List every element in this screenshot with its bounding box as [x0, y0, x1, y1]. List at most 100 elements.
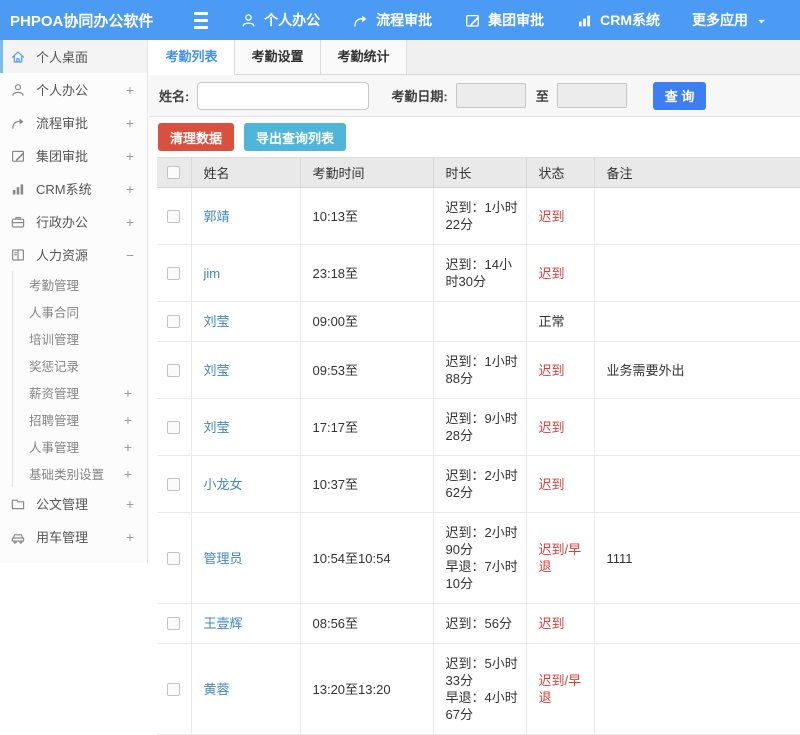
row-checkbox-cell [157, 603, 192, 644]
duration-cell: 迟到：1小时22分 [433, 187, 527, 245]
expand-toggle-icon[interactable]: + [121, 439, 135, 455]
topmenu-item-2[interactable]: 流程审批 [352, 10, 432, 30]
expand-toggle-icon[interactable]: + [123, 115, 137, 131]
expand-toggle-icon[interactable]: + [123, 529, 137, 545]
name-link[interactable]: 王壹辉 [204, 616, 243, 631]
time-cell: 23:18至 [300, 244, 434, 302]
topmenu-item-4[interactable]: CRM系统 [576, 10, 660, 30]
chart-icon [10, 181, 26, 197]
sidebar-item-label: 用车管理 [36, 530, 89, 545]
note-cell [594, 301, 800, 342]
sidebar-item[interactable]: 个人办公 + [0, 73, 147, 106]
name-link[interactable]: 刘莹 [204, 314, 230, 329]
row-checkbox[interactable] [167, 266, 180, 280]
topmenu-item-1[interactable]: 个人办公 [240, 10, 320, 30]
duration-cell: 迟到：2小时62分 [433, 455, 527, 513]
folder-icon [10, 496, 26, 512]
name-link[interactable]: 郭靖 [204, 209, 230, 224]
expand-toggle-icon[interactable]: + [121, 412, 135, 428]
status-cell: 迟到 [526, 341, 595, 399]
sidebar-subitem[interactable]: 奖惩记录 [13, 352, 147, 379]
row-checkbox[interactable] [167, 363, 180, 377]
expand-toggle-icon[interactable]: − [123, 247, 137, 263]
table-row: 郭靖 10:13至 迟到：1小时22分 迟到 [157, 187, 800, 245]
topmenu-item-3[interactable]: 集团审批 [464, 10, 544, 30]
tab-2[interactable]: 考勤设置 [235, 40, 321, 74]
date-from-input[interactable] [455, 83, 526, 108]
duration-cell: 迟到：14小时30分 [433, 244, 527, 302]
sidebar-subitem[interactable]: 招聘管理 + [13, 406, 147, 433]
book-icon [10, 247, 26, 263]
sidebar-subitem[interactable]: 人事合同 [13, 298, 147, 325]
topmenu-item-label: CRM系统 [600, 12, 660, 28]
sidebar-item[interactable]: 集团审批 + [0, 139, 147, 172]
table-row: 刘莹 17:17至 迟到：9小时28分 迟到 [157, 398, 800, 456]
column-header: 状态 [526, 157, 595, 188]
sidebar-subitem[interactable]: 考勤管理 [13, 271, 147, 298]
status-cell: 迟到 [526, 187, 595, 245]
clean-data-button[interactable]: 清理数据 [158, 123, 235, 151]
sidebar-subitem-label: 基础类别设置 [29, 468, 105, 482]
tab-1[interactable]: 考勤列表 [149, 40, 235, 75]
note-cell [594, 398, 800, 456]
row-checkbox[interactable] [167, 477, 180, 491]
row-checkbox[interactable] [167, 209, 180, 223]
tab-3[interactable]: 考勤统计 [321, 40, 407, 74]
name-cell: 刘莹 [191, 341, 301, 399]
sidebar-item[interactable]: 公文管理 + [0, 487, 147, 520]
tab-strip: 考勤列表 考勤设置 考勤统计 [149, 40, 800, 75]
expand-toggle-icon[interactable]: + [123, 214, 137, 230]
row-checkbox[interactable] [167, 420, 180, 434]
name-link[interactable]: jim [204, 266, 221, 281]
sidebar-item-label: 个人办公 [36, 83, 89, 98]
expand-toggle-icon[interactable]: + [121, 466, 135, 482]
expand-toggle-icon[interactable]: + [121, 385, 135, 401]
status-cell: 正常 [526, 301, 595, 342]
sidebar-item[interactable]: 人力资源 − [0, 238, 147, 271]
expand-toggle-icon[interactable]: + [123, 181, 137, 197]
expand-toggle-icon[interactable]: + [123, 496, 137, 512]
sidebar-item[interactable]: 流程审批 + [0, 106, 147, 139]
export-list-button[interactable]: 导出查询列表 [244, 123, 347, 151]
name-link[interactable]: 管理员 [204, 551, 243, 566]
note-cell [594, 603, 800, 644]
name-link[interactable]: 小龙女 [204, 477, 243, 492]
sidebar-subitem[interactable]: 人事管理 + [13, 433, 147, 460]
time-cell: 13:20至13:20 [300, 643, 434, 735]
chart-icon [576, 12, 593, 29]
row-checkbox[interactable] [167, 315, 180, 328]
date-to-input[interactable] [556, 83, 627, 108]
row-checkbox[interactable] [167, 682, 180, 696]
expand-toggle-icon[interactable]: + [123, 82, 137, 98]
sidebar-item[interactable]: 个人桌面 [0, 40, 147, 73]
table-row: jim 23:18至 迟到：14小时30分 迟到 [157, 244, 800, 302]
sidebar-subitem[interactable]: 薪资管理 + [13, 379, 147, 406]
table-row: 黄蓉 13:20至13:20 迟到：5小时33分 早退：4小时67分 迟到/早退 [157, 643, 800, 735]
select-all-checkbox[interactable] [167, 166, 180, 179]
sidebar-item-label: 流程审批 [36, 116, 89, 131]
row-checkbox-cell [157, 244, 192, 302]
sidebar-subitem[interactable]: 培训管理 [13, 325, 147, 352]
sidebar: 个人桌面 个人办公 + 流程审批 + 集团审批 + CRM系统 + 行政办公 + 人力资源 − 考勤管理人… [0, 40, 148, 563]
sidebar-subitem-label: 招聘管理 [29, 414, 80, 428]
home-icon [10, 49, 26, 65]
status-cell: 迟到 [526, 244, 595, 302]
caret-down-icon [755, 13, 768, 28]
expand-toggle-icon[interactable]: + [123, 148, 137, 164]
query-button[interactable]: 查 询 [652, 81, 707, 110]
name-link[interactable]: 刘莹 [204, 420, 230, 435]
name-link[interactable]: 黄蓉 [204, 682, 230, 697]
sidebar-item[interactable]: CRM系统 + [0, 172, 147, 205]
sidebar-item[interactable]: 用车管理 + [0, 520, 147, 553]
sidebar-item[interactable]: 行政办公 + [0, 205, 147, 238]
name-input[interactable] [197, 81, 370, 110]
sidebar-subitem[interactable]: 基础类别设置 + [13, 460, 147, 487]
name-link[interactable]: 刘莹 [204, 363, 230, 378]
row-checkbox[interactable] [167, 617, 180, 630]
menu-toggle-icon[interactable] [194, 11, 209, 29]
person-icon [240, 12, 257, 29]
note-cell: 1111 [594, 512, 800, 604]
topbar: PHPOA协同办公软件 个人办公 流程审批 集团审批 CRM系统 更多应用 [0, 0, 800, 40]
sidebar-subitem-label: 人事合同 [29, 306, 80, 320]
topmenu-item-5[interactable]: 更多应用 [692, 10, 768, 30]
